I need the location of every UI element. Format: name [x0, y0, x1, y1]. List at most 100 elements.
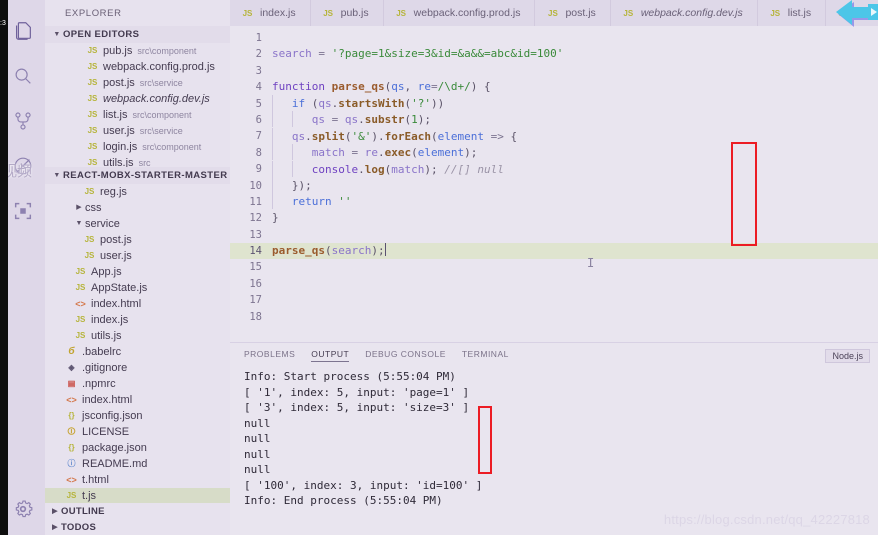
open-editor-item[interactable]: JS webpack.config.prod.js [45, 59, 230, 75]
code-token-var: qs [291, 129, 306, 143]
output-line: null [244, 447, 271, 461]
tree-file-item[interactable]: <> t.html [45, 472, 230, 488]
code-line-content: match = re.exec(element); [270, 144, 477, 161]
sidebar-footer: ▶ OUTLINE ▶ TODOS [45, 503, 230, 535]
js-file-icon: JS [838, 8, 849, 18]
editor-tab[interactable]: JS post.js [535, 0, 611, 26]
editor-tab-label: webpack.config.dev.js [640, 7, 743, 19]
editor-tab[interactable]: JS list.js [757, 0, 827, 26]
left-edge-text: :3 [0, 20, 6, 27]
editor-tab-label: post.js [565, 7, 596, 19]
tree-file-item[interactable]: <> index.html [45, 296, 230, 312]
tree-file-item[interactable]: JS index.js [45, 312, 230, 328]
open-editor-item[interactable]: JS pub.js src\component [45, 43, 230, 59]
tree-file-label: post.js [100, 233, 132, 246]
tree-file-item[interactable]: ▤ .npmrc [45, 376, 230, 392]
code-token-obj: console [311, 162, 359, 176]
tree-folder-item[interactable]: ▶ css [45, 200, 230, 216]
output-line: [ '3', index: 5, input: 'size=3' ] [244, 401, 470, 414]
open-editor-item[interactable]: JS utils.js src [45, 155, 230, 168]
open-editor-item[interactable]: JS webpack.config.dev.js [45, 91, 230, 107]
code-lines: 1 2 search = '?page=1&size=3&id=&a&&=abc&i… [230, 30, 878, 342]
js-file-icon: JS [87, 45, 98, 55]
code-line-content: function parse_qs(qs, re=/\d+/) { [270, 79, 491, 95]
tree-file-item[interactable]: JS post.js [45, 232, 230, 248]
line-number: 6 [255, 113, 262, 126]
output-line: [ '1', index: 5, input: 'page=1' ] [244, 385, 470, 399]
open-editor-filepath: src [138, 157, 151, 168]
left-edge-artifact: :3 [0, 0, 8, 535]
code-token-punc: . [305, 129, 312, 143]
sidebar-section-outline[interactable]: ▶ OUTLINE [45, 503, 230, 519]
code-line: 18 [230, 309, 878, 325]
open-editor-item[interactable]: JS list.js src\component [45, 107, 230, 123]
editor-tab[interactable]: JS webpack.config.dev.js [610, 0, 758, 26]
editor-tab[interactable]: JS webpack.config.prod.js [383, 0, 536, 26]
license-file-icon: 🛈 [67, 426, 76, 436]
code-token-var: match [311, 146, 345, 160]
output-line: null [244, 432, 271, 445]
code-token-param: qs [391, 80, 405, 94]
line-number: 9 [255, 163, 262, 176]
open-editor-filename: login.js [103, 140, 138, 153]
code-token-var: qs [318, 97, 332, 111]
panel-tab-problems[interactable]: PROBLEMS [244, 349, 295, 362]
code-token-prop: startsWith [338, 97, 405, 111]
tree-file-item[interactable]: <> index.html [45, 392, 230, 408]
panel-tab-bar: PROBLEMS OUTPUT DEBUG CONSOLE TERMINAL [230, 343, 878, 367]
code-line-content: } [270, 210, 279, 226]
code-token-punc: } [272, 211, 279, 225]
code-editor[interactable]: 1 2 search = '?page=1&size=3&id=&a&&=abc&i… [230, 26, 878, 342]
code-token-punc: ( [305, 97, 319, 111]
open-editor-item[interactable]: JS user.js src\service [45, 123, 230, 139]
panel-tab-terminal[interactable]: TERMINAL [462, 349, 509, 362]
editor-tab-label: list.js [787, 7, 812, 19]
open-editor-item[interactable]: JS post.js src\service [45, 75, 230, 91]
panel-tab-debug-console[interactable]: DEBUG CONSOLE [365, 349, 446, 362]
output-line: Info: End process (5:55:04 PM) [244, 494, 443, 507]
editor-tab[interactable]: JS pub.js [310, 0, 384, 26]
tree-file-label: .babelrc [82, 345, 122, 358]
code-token-num: 1 [411, 113, 418, 127]
line-number: 18 [249, 310, 262, 323]
open-editor-item[interactable]: JS login.js src\component [45, 139, 230, 155]
code-token-str: /\d+/ [437, 80, 471, 94]
editor-tab-bar: JS index.js JS pub.js JS webpack.config.prod.… [230, 0, 878, 26]
tree-file-item[interactable]: {} package.json [45, 440, 230, 456]
tree-file-label: README.md [82, 457, 148, 470]
tree-file-item[interactable]: б .babelrc [45, 344, 230, 360]
tree-file-label: index.js [91, 313, 129, 326]
tree-file-item[interactable]: JS AppState.js [45, 280, 230, 296]
tree-file-label: jsconfig.json [82, 409, 143, 422]
chevron-right-icon: ▶ [76, 203, 82, 211]
tree-file-label: AppState.js [91, 281, 148, 294]
tree-file-item[interactable]: 🛈 LICENSE [45, 424, 230, 440]
panel-tab-output[interactable]: OUTPUT [311, 349, 350, 362]
tree-file-item[interactable]: ◈ .gitignore [45, 360, 230, 376]
tree-file-item[interactable]: JS reg.js [45, 184, 230, 200]
tree-file-item[interactable]: JS App.js [45, 264, 230, 280]
tree-file-item[interactable]: JS user.js [45, 248, 230, 264]
code-token-str: '?' [411, 97, 431, 111]
chevron-right-icon: ▶ [52, 524, 58, 531]
tree-file-item[interactable]: {} jsconfig.json [45, 408, 230, 424]
html-file-icon: <> [75, 298, 86, 309]
code-token-punc: ( [344, 129, 352, 143]
code-token-param: re [417, 80, 431, 94]
tree-folder-item[interactable]: ▼ service [45, 216, 230, 232]
tree-file-item[interactable]: JS t.js [45, 487, 230, 503]
open-editor-filename: webpack.config.prod.js [103, 60, 215, 73]
editor-tab[interactable]: JS user.js [826, 0, 878, 26]
tree-file-item[interactable]: ⓘ README.md [45, 456, 230, 472]
sidebar-section-label: OUTLINE [61, 505, 105, 517]
section-project[interactable]: ▼ REACT-MOBX-STARTER-MASTER [45, 167, 230, 184]
git-file-icon: ◈ [68, 362, 75, 372]
editor-tab[interactable]: JS index.js [230, 0, 311, 26]
code-token-var: match [391, 162, 425, 176]
output-channel-selector[interactable]: Node.js [825, 346, 870, 364]
tree-file-label: index.html [91, 297, 142, 310]
tree-file-item[interactable]: JS utils.js [45, 328, 230, 344]
section-open-editors[interactable]: ▼ OPEN EDITORS [45, 26, 230, 43]
sidebar-section-todos[interactable]: ▶ TODOS [45, 519, 230, 535]
